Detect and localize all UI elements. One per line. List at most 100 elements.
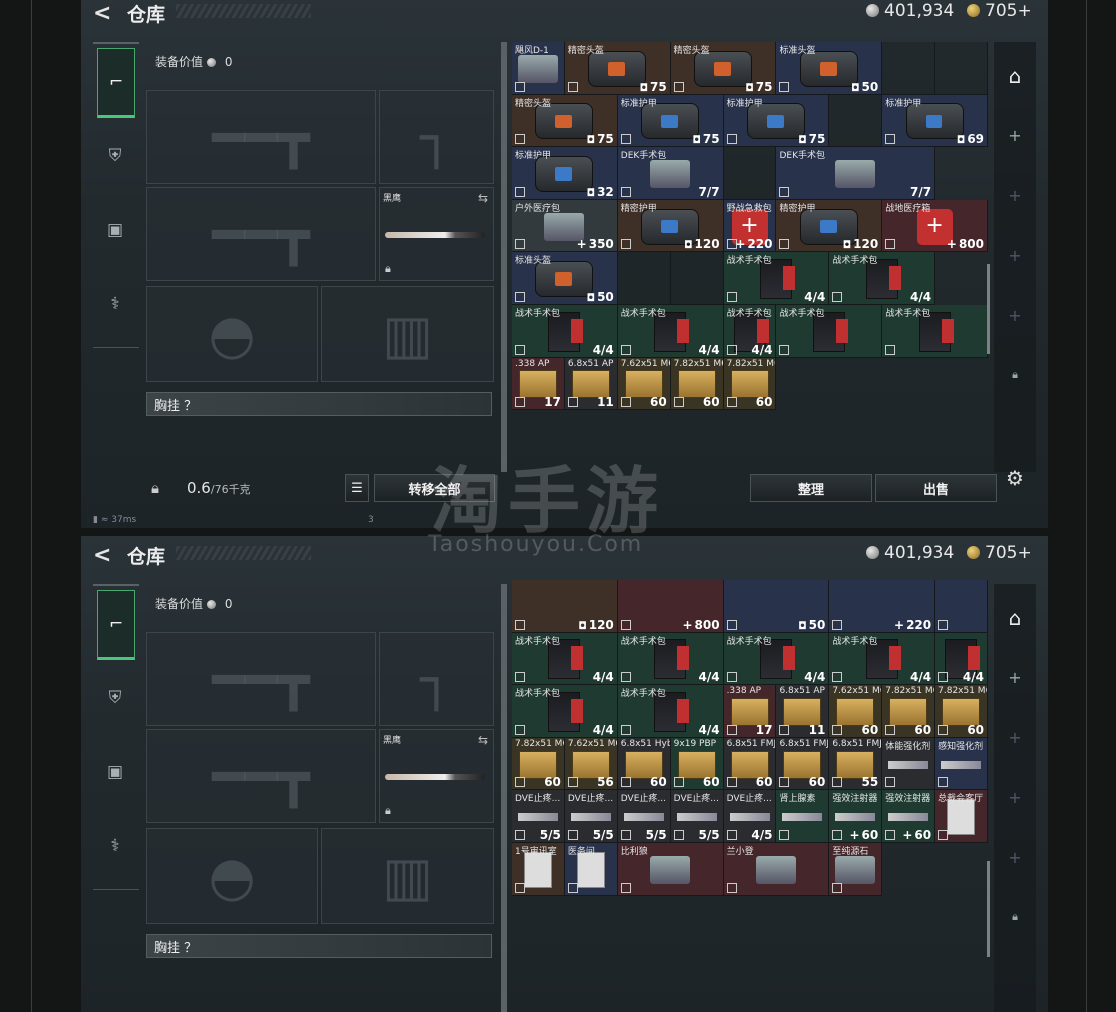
stash-item[interactable]: 6.8x51 FMJ 60	[723, 737, 777, 791]
helmet-slot[interactable]: ◓	[146, 828, 318, 924]
stash-item[interactable]: 战术手术包 4/4	[617, 685, 724, 738]
stash-item[interactable]: 精密头盔 75	[564, 42, 671, 95]
melee-slot[interactable]: 黑鹰 ⇆ 🔒︎	[379, 187, 494, 281]
stash-slot-empty[interactable]	[617, 252, 671, 305]
stash-item[interactable]: 9x19 PBP 60	[670, 737, 724, 791]
armor-slot[interactable]: ▥	[321, 828, 494, 924]
secondary-weapon-slot[interactable]: ━━┳	[146, 187, 376, 281]
back-button[interactable]: <	[93, 1, 111, 26]
gold-currency[interactable]: 705+	[967, 1, 1032, 21]
stash-item[interactable]: 标准护甲 69	[882, 94, 988, 148]
stash-item[interactable]: DVE止疼... 5/5	[670, 790, 724, 843]
stash-item[interactable]: 战术手术包 4/4	[829, 252, 936, 305]
tab-weapons[interactable]: ⌐	[97, 48, 135, 118]
stash-item[interactable]: 标准护甲 75	[617, 94, 724, 148]
stash-item[interactable]: 战术手术包 4/4	[723, 632, 830, 686]
tab-medkit[interactable]: ⚕	[97, 272, 133, 336]
stash-item[interactable]: 7.82x51 M62 60	[723, 357, 777, 411]
stash-item[interactable]: 6.8x51 FMJ 60	[776, 737, 830, 791]
settings-button[interactable]: ⚙	[994, 466, 1036, 490]
sort-button[interactable]: 整理	[750, 474, 872, 502]
stash-item[interactable]: 7.62x51 M61 56	[564, 737, 618, 791]
stash-item[interactable]: 1号审讯室	[512, 842, 565, 896]
stash-item[interactable]: 户外医疗包 350	[512, 199, 618, 253]
stash-item[interactable]: 飓风D-1	[512, 42, 565, 95]
stash-item[interactable]: DVE止疼... 5/5	[512, 790, 565, 843]
stash-item[interactable]: .338 AP 17	[512, 357, 565, 411]
stash-item[interactable]: DVE止疼... 5/5	[564, 790, 618, 843]
stash-slot-empty[interactable]: 220	[829, 580, 936, 633]
stash-slot-empty[interactable]	[829, 94, 883, 148]
stash-slot-empty[interactable]	[935, 580, 988, 633]
stash-item[interactable]: 标准护甲 75	[723, 94, 830, 148]
stash-item[interactable]: .338 AP 17	[723, 685, 777, 738]
stash-item[interactable]: 战术手术包 4/4	[723, 304, 777, 358]
stash-item[interactable]: 战术手术包 4/4	[617, 304, 724, 358]
stash-item[interactable]: 战术手术包 4/4	[512, 304, 618, 358]
stash-item[interactable]: 战术手术包 4/4	[829, 632, 936, 686]
stash-item[interactable]: 7.82x51 M62 60	[670, 357, 724, 411]
stash-item[interactable]: 精密护甲 120	[776, 199, 883, 253]
stash-item[interactable]: 战术手术包	[776, 304, 883, 358]
stash-item[interactable]: 标准头盔 50	[776, 42, 883, 95]
stash-slot-empty[interactable]: 50	[723, 580, 830, 633]
stash-item[interactable]: 7.82x51 M62 60	[935, 685, 988, 738]
stash-page-add[interactable]: +	[994, 668, 1036, 687]
stash-item[interactable]: 总裁会客厅	[935, 790, 988, 843]
stash-page-add[interactable]: +	[994, 728, 1036, 747]
stash-slot-empty[interactable]: 120	[512, 580, 618, 633]
tab-armor[interactable]: ⛨	[97, 666, 133, 730]
stash-page-add[interactable]: +	[994, 306, 1036, 325]
stash-item[interactable]: 战术手术包 4/4	[723, 252, 830, 305]
stash-item[interactable]: 战术手术包 4/4	[512, 685, 618, 738]
swap-icon[interactable]: ⇆	[478, 733, 488, 747]
stash-item[interactable]: 战术手术包 4/4	[617, 632, 724, 686]
stash-item[interactable]: 6.8x51 FMJ 55	[829, 737, 883, 791]
tab-weapons[interactable]: ⌐	[97, 590, 135, 660]
chest-rig-slot[interactable]: 胸挂 ？	[146, 934, 492, 958]
stash-item[interactable]: 7.62x51 M62 60	[617, 357, 671, 411]
stash-item[interactable]: 至纯源石	[829, 842, 883, 896]
stash-item[interactable]: 医务间	[564, 842, 618, 896]
stash-item[interactable]: 7.82x51 M62 60	[512, 737, 565, 791]
stash-item[interactable]: 精密头盔 75	[512, 94, 618, 148]
stash-item[interactable]: 7.62x51 M62 60	[829, 685, 883, 738]
stash-item[interactable]: DVE止疼... 4/5	[723, 790, 777, 843]
stash-item[interactable]: 精密护甲 120	[617, 199, 724, 253]
stash-slot-empty[interactable]	[882, 42, 936, 95]
stash-item[interactable]: 野战急救包 220	[723, 199, 777, 253]
helmet-slot[interactable]: ◓	[146, 286, 318, 382]
stash-page-add[interactable]: +	[994, 126, 1036, 145]
tab-armor[interactable]: ⛨	[97, 124, 133, 188]
stash-item[interactable]: 6.8x51 AP 11	[564, 357, 618, 411]
stash-page-add[interactable]: +	[994, 186, 1036, 205]
stash-item[interactable]: DEK手术包 7/7	[776, 147, 936, 200]
stash-item[interactable]: 战术手术包 4/4	[512, 632, 618, 686]
stash-page-add[interactable]: +	[994, 848, 1036, 867]
stash-item[interactable]: 战地医疗箱 800	[882, 199, 988, 253]
stash-scrollbar[interactable]	[987, 264, 990, 354]
stash-item[interactable]: 感知强化剂	[935, 737, 988, 791]
gold-currency[interactable]: 705+	[967, 543, 1032, 563]
stash-item[interactable]: 强效注射器 60	[829, 790, 883, 843]
weight-lock-icon[interactable]: 🔒︎	[151, 479, 159, 497]
stash-page-main[interactable]: ⌂	[994, 64, 1036, 88]
stash-item[interactable]: 肾上腺素	[776, 790, 830, 843]
stash-item[interactable]: DVE止疼... 5/5	[617, 790, 671, 843]
primary-weapon-slot[interactable]: ━━┳	[146, 632, 376, 726]
stash-item[interactable]: 强效注射器 60	[882, 790, 936, 843]
stash-item[interactable]: 体能强化剂	[882, 737, 936, 791]
stash-slot-empty[interactable]: 800	[617, 580, 724, 633]
stash-item[interactable]: 兰小登	[723, 842, 830, 896]
stash-item[interactable]: 标准护甲 32	[512, 147, 618, 200]
chest-rig-slot[interactable]: 胸挂 ？	[146, 392, 492, 416]
stash-page-main[interactable]: ⌂	[994, 606, 1036, 630]
pistol-slot[interactable]: ┐	[379, 632, 494, 726]
stash-item[interactable]: 7.82x51 M62 60	[882, 685, 936, 738]
swap-icon[interactable]: ⇆	[478, 191, 488, 205]
back-button[interactable]: <	[93, 543, 111, 568]
stash-item[interactable]: DEK手术包 7/7	[617, 147, 724, 200]
stash-slot-empty[interactable]	[723, 147, 777, 200]
stash-slot-empty[interactable]	[670, 252, 724, 305]
pistol-slot[interactable]: ┐	[379, 90, 494, 184]
